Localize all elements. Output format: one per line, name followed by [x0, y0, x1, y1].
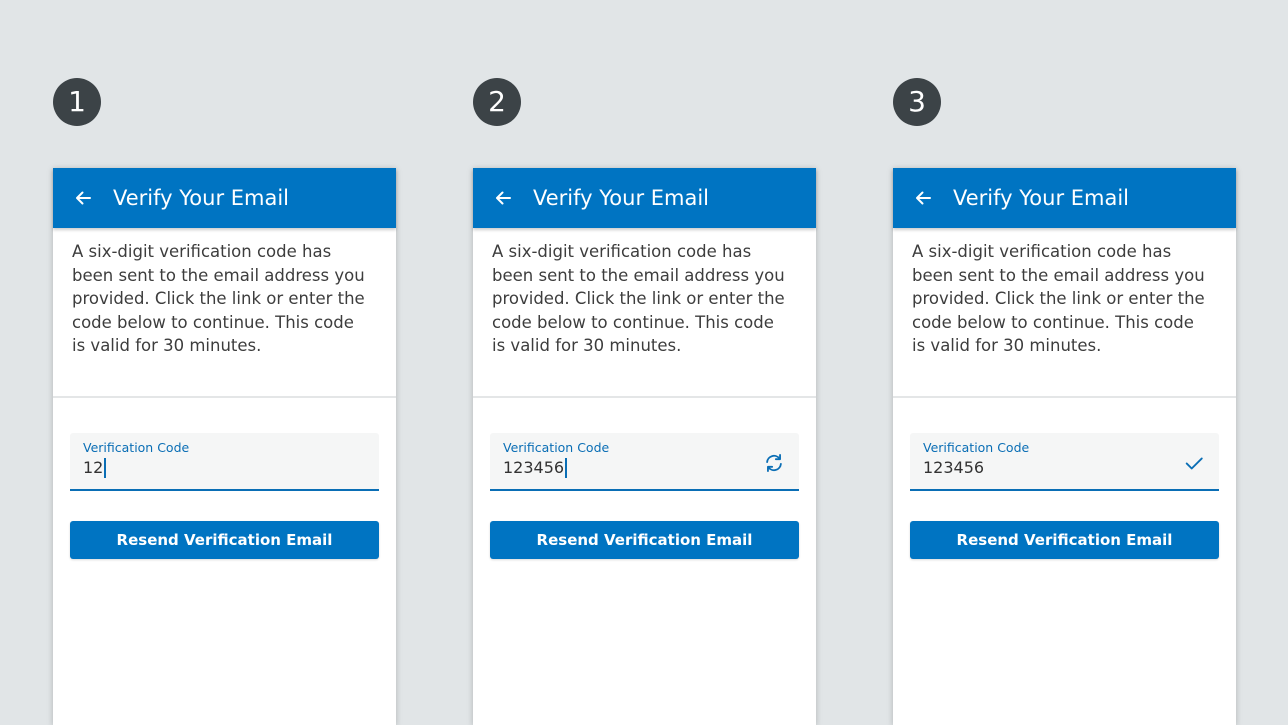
app-bar: Verify Your Email — [473, 168, 816, 228]
phone-screen: Verify Your Email A six-digit verificati… — [473, 168, 816, 725]
step-number-badge: 2 — [473, 78, 521, 126]
phone-screen: Verify Your Email A six-digit verificati… — [53, 168, 396, 725]
text-cursor — [565, 458, 568, 478]
page-title: Verify Your Email — [113, 186, 290, 210]
input-value: 12 — [83, 458, 104, 477]
divider — [53, 396, 396, 398]
instruction-text: A six-digit verification code has been s… — [72, 242, 365, 355]
input-value: 123456 — [503, 458, 565, 477]
app-bar: Verify Your Email — [893, 168, 1236, 228]
resend-verification-button[interactable]: Resend Verification Email — [910, 521, 1219, 559]
step-panel-2: 2 Verify Your Email A six-digit verifica… — [473, 0, 816, 725]
verification-code-input[interactable]: 123456 — [923, 458, 984, 478]
arrow-left-icon[interactable] — [73, 188, 93, 208]
verification-code-input[interactable]: 12 — [83, 458, 107, 478]
verification-code-input[interactable]: 123456 — [503, 458, 568, 478]
arrow-left-icon[interactable] — [493, 188, 513, 208]
instruction-text: A six-digit verification code has been s… — [492, 242, 785, 355]
step-number-badge: 1 — [53, 78, 101, 126]
arrow-left-icon[interactable] — [913, 188, 933, 208]
verification-code-field[interactable]: Verification Code 123456 — [910, 433, 1219, 491]
phone-screen: Verify Your Email A six-digit verificati… — [893, 168, 1236, 725]
field-label: Verification Code — [503, 440, 610, 455]
verification-code-field[interactable]: Verification Code 123456 — [490, 433, 799, 491]
app-bar: Verify Your Email — [53, 168, 396, 228]
step-number-badge: 3 — [893, 78, 941, 126]
field-label: Verification Code — [923, 440, 1030, 455]
text-cursor — [104, 458, 107, 478]
field-label: Verification Code — [83, 440, 190, 455]
checkmark-icon — [1185, 457, 1203, 470]
instruction-text: A six-digit verification code has been s… — [912, 242, 1205, 355]
page-title: Verify Your Email — [953, 186, 1130, 210]
page-title: Verify Your Email — [533, 186, 710, 210]
step-panel-3: 3 Verify Your Email A six-digit verifica… — [893, 0, 1236, 725]
input-value: 123456 — [923, 458, 985, 477]
divider — [893, 396, 1236, 398]
divider — [473, 396, 816, 398]
step-panel-1: 1 Verify Your Email A six-digit verifica… — [53, 0, 396, 725]
verification-code-field[interactable]: Verification Code 12 — [70, 433, 379, 491]
resend-verification-button[interactable]: Resend Verification Email — [490, 521, 799, 559]
refresh-icon — [766, 454, 782, 472]
resend-verification-button[interactable]: Resend Verification Email — [70, 521, 379, 559]
